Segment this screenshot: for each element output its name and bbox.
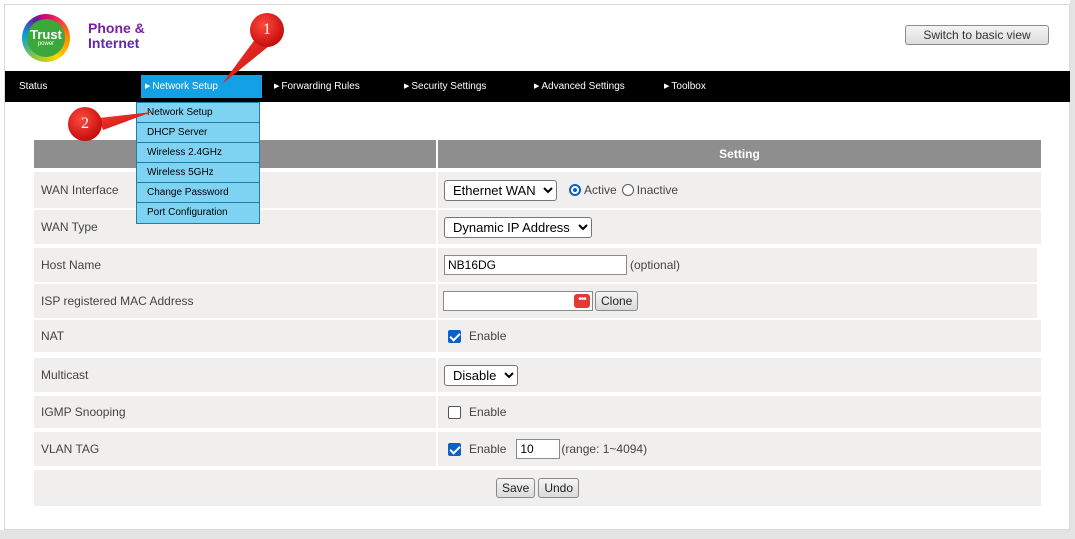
callout-1: 1	[250, 13, 284, 47]
igmp-enable-checkbox[interactable]	[448, 405, 461, 419]
wan-interface-select[interactable]: Ethernet WAN	[444, 179, 557, 201]
submenu-item-network-setup[interactable]: Network Setup	[137, 103, 259, 123]
nav-label: Network Setup	[152, 81, 218, 92]
vlan-enable-checkbox[interactable]	[448, 442, 461, 456]
logo-center: Trust power	[27, 19, 65, 57]
nav-label: Forwarding Rules	[281, 81, 360, 92]
logo-word: Trust	[30, 26, 62, 42]
trustpower-logo: Trust power	[22, 14, 70, 62]
clone-button[interactable]: Clone	[595, 291, 639, 311]
nav-item-forwarding-rules[interactable]: ▶ Forwarding Rules	[274, 71, 360, 102]
table-row-vlan-tag: VLAN TAG Enable (range: 1~4094)	[34, 432, 1041, 466]
brand-line1: Phone &	[88, 20, 145, 36]
wan-type-select[interactable]: Dynamic IP Address	[444, 216, 592, 238]
mac-address-input[interactable]	[443, 291, 593, 311]
submenu-item-wireless-5ghz[interactable]: Wireless 5GHz	[137, 163, 259, 183]
save-button[interactable]: Save	[495, 478, 536, 498]
row-label: VLAN TAG	[34, 432, 436, 466]
multicast-select[interactable]: Disable	[444, 364, 518, 386]
table-row-igmp-snooping: IGMP Snooping Enable	[34, 396, 1041, 428]
triangle-right-icon: ▶	[664, 83, 670, 90]
row-label: ISP registered MAC Address	[34, 284, 436, 318]
host-name-input[interactable]	[444, 255, 627, 275]
nat-enable-label: Enable	[469, 329, 507, 343]
nav-label: Toolbox	[671, 81, 706, 92]
row-setting: Enable	[438, 396, 1041, 428]
submenu-item-port-configuration[interactable]: Port Configuration	[137, 203, 259, 223]
vlan-tag-input[interactable]	[516, 439, 561, 459]
right-scroll-band	[1070, 0, 1075, 539]
row-label: Host Name	[34, 248, 436, 282]
brand-line2: Internet	[88, 35, 140, 51]
vlan-enable-label: Enable	[469, 442, 507, 456]
nav-item-status[interactable]: Status	[19, 71, 47, 102]
nav-label: Status	[19, 81, 48, 92]
row-label: Multicast	[34, 358, 436, 392]
brand-title: Phone & Internet	[88, 21, 145, 51]
row-setting: Enable (range: 1~4094)	[438, 432, 1041, 466]
vlan-range-hint: (range: 1~4094)	[561, 442, 648, 456]
nav-label: Security Settings	[411, 81, 487, 92]
password-manager-icon[interactable]: •••	[574, 294, 590, 308]
row-label: NAT	[34, 320, 436, 352]
submenu-item-wireless-24ghz[interactable]: Wireless 2.4GHz	[137, 143, 259, 163]
optional-hint: (optional)	[630, 258, 681, 272]
network-setup-submenu: Network Setup DHCP Server Wireless 2.4GH…	[136, 102, 260, 224]
row-setting: Ethernet WAN Active Inactive	[438, 172, 1041, 208]
triangle-right-icon: ▶	[274, 83, 280, 90]
bottom-scroll-band	[0, 530, 1075, 539]
table-header-setting: Setting	[438, 140, 1041, 168]
form-actions: Save Undo	[34, 470, 1041, 506]
switch-basic-view-button[interactable]: Switch to basic view	[905, 25, 1049, 45]
radio-active[interactable]	[569, 184, 581, 196]
nat-enable-checkbox[interactable]	[448, 329, 461, 343]
triangle-right-icon: ▶	[404, 83, 410, 90]
igmp-enable-label: Enable	[469, 405, 507, 419]
callout-2: 2	[68, 107, 102, 141]
nav-item-advanced-settings[interactable]: ▶ Advanced Settings	[534, 71, 625, 102]
row-setting: Enable	[438, 320, 1041, 352]
triangle-right-icon: ▶	[145, 83, 151, 90]
nav-item-toolbox[interactable]: ▶ Toolbox	[664, 71, 706, 102]
logo-sub: power	[37, 40, 55, 47]
nav-item-security-settings[interactable]: ▶ Security Settings	[404, 71, 486, 102]
mac-input-wrap: •••	[443, 291, 593, 311]
radio-inactive-label: Inactive	[636, 183, 679, 197]
table-row-isp-mac: ISP registered MAC Address ••• Clone	[34, 284, 1041, 318]
main-nav-bar: Status ▶ Network Setup ▶ Forwarding Rules …	[5, 71, 1070, 102]
table-row-nat: NAT Enable	[34, 320, 1041, 352]
row-setting: Dynamic IP Address	[438, 210, 1041, 244]
nav-item-network-setup[interactable]: ▶ Network Setup	[141, 75, 262, 98]
table-row-multicast: Multicast Disable	[34, 358, 1041, 392]
row-setting: ••• Clone	[438, 284, 1037, 318]
table-row-host-name: Host Name (optional)	[34, 248, 1041, 282]
triangle-right-icon: ▶	[534, 83, 540, 90]
nav-label: Advanced Settings	[541, 81, 625, 92]
row-setting: (optional)	[438, 248, 1037, 282]
radio-inactive[interactable]	[621, 184, 634, 196]
row-setting: Disable	[438, 358, 1041, 392]
submenu-item-dhcp-server[interactable]: DHCP Server	[137, 123, 259, 143]
row-label: IGMP Snooping	[34, 396, 436, 428]
undo-button[interactable]: Undo	[538, 478, 580, 498]
radio-active-label: Active	[584, 183, 617, 197]
submenu-item-change-password[interactable]: Change Password	[137, 183, 259, 203]
